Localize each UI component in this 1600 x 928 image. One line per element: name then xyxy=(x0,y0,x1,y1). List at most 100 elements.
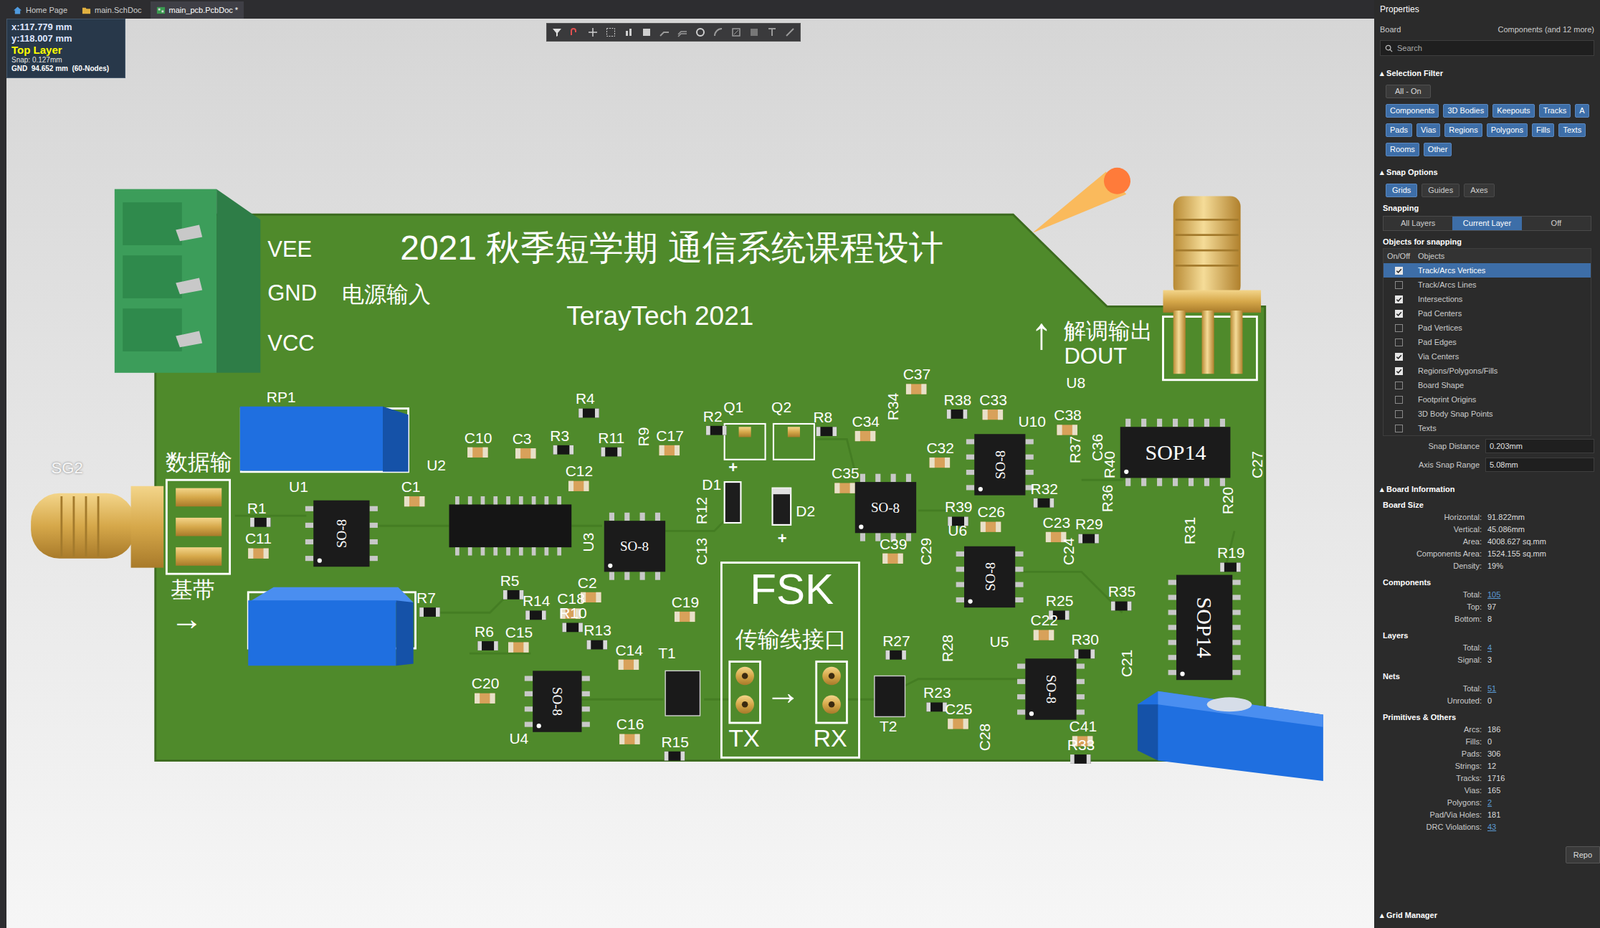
reports-button[interactable]: Repo xyxy=(1565,845,1600,864)
snap-object-row[interactable]: Board Shape xyxy=(1383,377,1591,393)
snap-checkbox[interactable] xyxy=(1394,410,1403,418)
designator: R15 xyxy=(660,734,689,750)
line-icon[interactable] xyxy=(784,26,796,38)
snap-checkbox[interactable] xyxy=(1394,266,1403,275)
multi-route-icon[interactable] xyxy=(676,26,689,38)
snap-object-row[interactable]: Track/Arcs Vertices xyxy=(1383,263,1591,278)
snap-object-row[interactable]: Pad Vertices xyxy=(1383,320,1591,335)
dout-label: DOUT xyxy=(1063,344,1127,368)
toggle-button[interactable]: Grids xyxy=(1385,183,1418,198)
snap-checkbox[interactable] xyxy=(1394,352,1403,361)
section-header[interactable]: ▴ Grid Manager xyxy=(1374,907,1600,922)
snap-checkbox[interactable] xyxy=(1394,338,1403,347)
designator: C12 xyxy=(565,463,594,479)
designator: C13 xyxy=(693,537,709,566)
align-icon[interactable] xyxy=(622,26,635,38)
fsk-subtitle: 传输线接口 xyxy=(735,627,847,651)
toggle-button[interactable]: Other xyxy=(1423,142,1453,157)
designator: C35 xyxy=(831,465,860,481)
toggle-button[interactable]: Keepouts xyxy=(1492,103,1535,118)
toggle-button[interactable]: Tracks xyxy=(1539,103,1572,118)
snap-checkbox[interactable] xyxy=(1394,281,1403,289)
toggle-button[interactable]: A xyxy=(1574,103,1589,118)
section-header[interactable]: ▴ Board Information xyxy=(1374,481,1600,497)
snap-checkbox[interactable] xyxy=(1394,367,1403,375)
select-rect-icon[interactable] xyxy=(605,26,617,38)
fill-icon[interactable] xyxy=(730,26,742,38)
toggle-button[interactable]: Vias xyxy=(1416,123,1441,137)
snapping-layer-option[interactable]: All Layers xyxy=(1383,216,1453,231)
info-link[interactable]: 105 xyxy=(1481,588,1501,601)
snap-checkbox[interactable] xyxy=(1394,381,1403,390)
snapping-layer-option[interactable]: Off xyxy=(1521,216,1591,231)
info-value: 0 xyxy=(1481,735,1492,748)
designator: C3 xyxy=(512,430,532,446)
toggle-button[interactable]: Polygons xyxy=(1486,123,1528,137)
document-tab[interactable]: main_pcb.PcbDoc * xyxy=(150,1,245,19)
snap-object-label: Track/Arcs Vertices xyxy=(1413,264,1486,277)
snap-object-label: Regions/Polygons/Fills xyxy=(1413,364,1498,378)
route-icon[interactable] xyxy=(569,26,581,38)
document-tab[interactable]: Home Page xyxy=(7,1,74,19)
all-on-button[interactable]: All - On xyxy=(1385,84,1431,99)
track-icon[interactable] xyxy=(658,26,671,38)
snap-object-row[interactable]: Footprint Origins xyxy=(1383,392,1591,407)
snapping-layer-option[interactable]: Current Layer xyxy=(1452,216,1522,231)
toggle-button[interactable]: Axes xyxy=(1463,183,1494,198)
info-value: 165 xyxy=(1481,784,1501,797)
search-field[interactable] xyxy=(1379,40,1595,56)
toggle-button[interactable]: Components xyxy=(1385,103,1439,118)
snap-object-row[interactable]: Track/Arcs Lines xyxy=(1383,277,1591,292)
snap-objects-table: On/OffObjectsTrack/Arcs VerticesTrack/Ar… xyxy=(1382,248,1592,436)
toggle-button[interactable]: Pads xyxy=(1385,123,1413,137)
checkbox-cell xyxy=(1383,381,1414,390)
toggle-button[interactable]: 3D Bodies xyxy=(1443,103,1489,118)
toggle-button[interactable]: Fills xyxy=(1531,123,1555,137)
section-header[interactable]: ▴ Selection Filter xyxy=(1374,65,1600,81)
snap-checkbox[interactable] xyxy=(1394,324,1403,332)
check-icon xyxy=(1395,267,1403,274)
snap-object-row[interactable]: Texts xyxy=(1383,420,1591,436)
designator: C24 xyxy=(1060,537,1076,566)
toggle-button[interactable]: Regions xyxy=(1444,123,1482,137)
via-icon[interactable] xyxy=(694,26,707,38)
snap-checkbox[interactable] xyxy=(1394,424,1403,433)
toggle-button[interactable]: Guides xyxy=(1421,183,1460,198)
snap-object-row[interactable]: Pad Edges xyxy=(1383,334,1591,350)
pcb-3d-canvas[interactable]: x:117.779 mmy:118.007 mmTop LayerSnap: 0… xyxy=(6,18,1375,928)
field-value[interactable]: 0.203mm xyxy=(1485,438,1595,454)
polygon-icon[interactable] xyxy=(748,26,760,38)
field-value[interactable]: 5.08mm xyxy=(1485,457,1595,472)
component-icon[interactable] xyxy=(640,26,653,38)
context-filter[interactable]: Components (and 12 more) xyxy=(1497,23,1595,36)
info-link[interactable]: 51 xyxy=(1481,682,1497,695)
toggle-button[interactable]: Rooms xyxy=(1385,142,1420,157)
info-row: Fills:0 xyxy=(1374,735,1600,748)
info-group-title: Nets xyxy=(1374,670,1600,683)
filter-icon[interactable] xyxy=(551,26,563,38)
info-link[interactable]: 43 xyxy=(1481,820,1497,833)
string-icon[interactable] xyxy=(766,26,778,38)
snap-object-row[interactable]: Regions/Polygons/Fills xyxy=(1383,363,1591,378)
schematic-icon xyxy=(81,5,92,16)
snap-object-row[interactable]: Via Centers xyxy=(1383,349,1591,364)
crosshair-icon[interactable] xyxy=(587,26,599,38)
baseband-arrow: → xyxy=(170,602,203,635)
snap-object-row[interactable]: 3D Body Snap Points xyxy=(1383,406,1591,421)
check-icon xyxy=(1395,367,1403,375)
field-label: Snap Distance xyxy=(1374,440,1486,453)
designator: R29 xyxy=(1075,516,1104,532)
document-tab[interactable]: main.SchDoc xyxy=(75,1,147,19)
arc-icon[interactable] xyxy=(712,26,725,38)
search-input[interactable] xyxy=(1397,42,1590,55)
designator: R33 xyxy=(1067,736,1096,752)
snap-checkbox[interactable] xyxy=(1394,309,1403,318)
snap-object-row[interactable]: Pad Centers xyxy=(1383,306,1591,321)
snap-checkbox[interactable] xyxy=(1394,295,1403,304)
section-header[interactable]: ▴ Snap Options xyxy=(1374,164,1600,180)
snap-object-row[interactable]: Intersections xyxy=(1383,291,1591,307)
snap-checkbox[interactable] xyxy=(1394,395,1403,404)
toggle-button[interactable]: Texts xyxy=(1558,123,1586,137)
info-link[interactable]: 4 xyxy=(1481,641,1492,654)
info-link[interactable]: 2 xyxy=(1481,796,1492,809)
